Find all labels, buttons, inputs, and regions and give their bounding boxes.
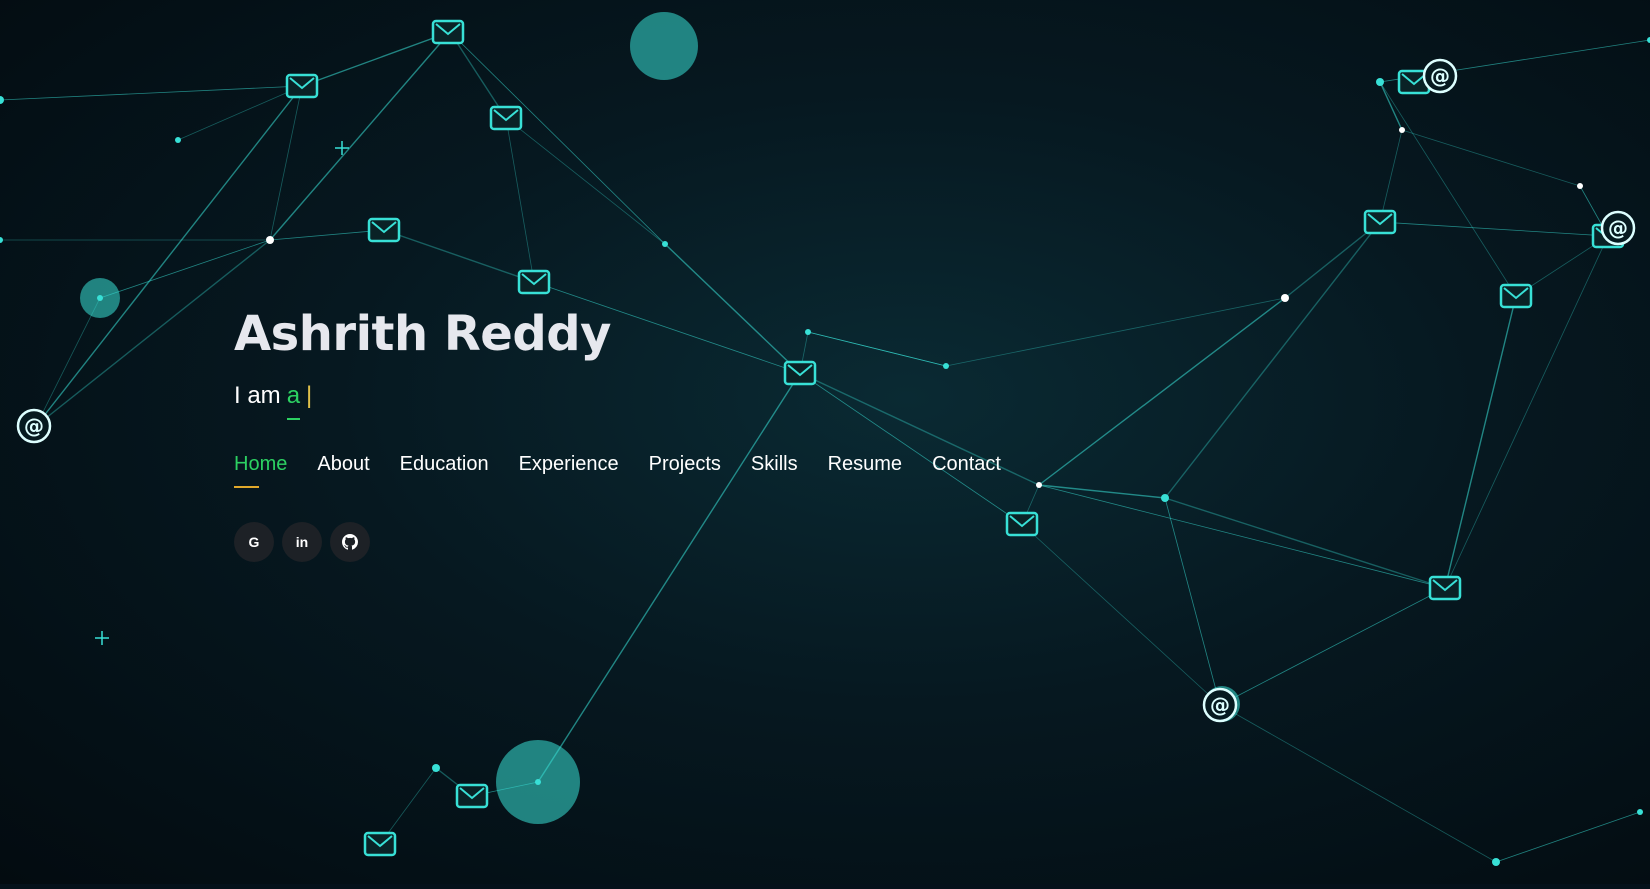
network-node (943, 363, 949, 369)
network-edge (505, 117, 535, 283)
nav-skills[interactable]: Skills (751, 453, 798, 476)
linkedin-icon: in (295, 534, 309, 550)
network-node (1161, 494, 1169, 502)
github-icon (342, 534, 358, 550)
envelope-icon (783, 360, 817, 386)
envelope-icon (517, 269, 551, 295)
network-edge (1164, 497, 1446, 589)
network-edge (664, 243, 801, 374)
envelope-icon (431, 19, 465, 45)
nav-resume[interactable]: Resume (828, 453, 902, 476)
envelope-icon (1499, 283, 1533, 309)
hero: Ashrith Reddy I am a | (234, 306, 611, 420)
background-network: @ @ @ @ (0, 0, 1650, 884)
network-edge (1495, 811, 1641, 863)
nav-about[interactable]: About (317, 453, 369, 476)
network-node (266, 236, 274, 244)
nav-contact[interactable]: Contact (932, 453, 1001, 476)
network-edge (1444, 295, 1517, 589)
network-node (97, 295, 103, 301)
network-node (1036, 482, 1042, 488)
network-edge (537, 372, 801, 783)
svg-text:@: @ (1608, 216, 1628, 240)
envelope-icon (285, 73, 319, 99)
svg-text:@: @ (1430, 64, 1450, 88)
at-sign-icon: @ (1422, 58, 1458, 94)
network-edge (383, 229, 535, 283)
envelope-icon (367, 217, 401, 243)
envelope-icon (1363, 209, 1397, 235)
nav-projects[interactable]: Projects (649, 453, 721, 476)
network-edge (1021, 523, 1221, 706)
envelope-icon (1005, 511, 1039, 537)
network-edge (1219, 704, 1497, 863)
network-edge (269, 31, 451, 241)
nav-education[interactable]: Education (400, 453, 489, 476)
network-node (1637, 809, 1643, 815)
network-edge (269, 229, 385, 241)
typing-cursor: | (306, 382, 313, 409)
nav-home[interactable]: Home (234, 453, 287, 488)
network-edge (1379, 221, 1609, 237)
hero-name: Ashrith Reddy (234, 306, 611, 362)
network-edge (1379, 81, 1517, 297)
network-edge (799, 372, 1023, 525)
network-edge (1038, 484, 1166, 499)
network-edge (945, 297, 1286, 367)
nav-experience[interactable]: Experience (519, 453, 619, 476)
plus-icon (335, 141, 349, 155)
main-nav: Home About Education Experience Projects… (234, 453, 1031, 488)
network-edge (1379, 129, 1403, 223)
envelope-icon (1428, 575, 1462, 601)
network-node (175, 137, 181, 143)
network-edge (449, 31, 507, 119)
network-node (535, 779, 541, 785)
envelope-icon (455, 783, 489, 809)
network-edge (1219, 587, 1446, 706)
network-node (0, 237, 3, 243)
at-sign-icon: @ (16, 408, 52, 444)
google-button[interactable]: G (234, 522, 274, 562)
network-node (1577, 183, 1583, 189)
network-graphic: @ @ @ @ (0, 12, 1650, 866)
network-node (1376, 78, 1384, 86)
at-sign-icon: @ (1202, 687, 1238, 723)
typing-line: I am a | (234, 382, 611, 420)
svg-text:@: @ (1210, 693, 1230, 717)
network-node (432, 764, 440, 772)
network-edge (0, 85, 303, 101)
google-icon: G (248, 534, 260, 550)
linkedin-button[interactable]: in (282, 522, 322, 562)
network-edge (301, 31, 451, 87)
network-node (805, 329, 811, 335)
typing-word: a (286, 382, 301, 420)
svg-text:@: @ (24, 414, 44, 438)
social-links: G in (234, 522, 370, 562)
network-edge (177, 85, 303, 141)
network-node (1492, 858, 1500, 866)
at-sign-icon: @ (1600, 210, 1636, 246)
network-node (1281, 294, 1289, 302)
network-edge (807, 331, 947, 367)
network-edge (505, 117, 666, 245)
network-edge (1164, 221, 1381, 499)
network-edge (99, 239, 271, 299)
envelope-icon (363, 831, 397, 857)
network-edge (1038, 484, 1446, 589)
plus-icon (95, 631, 109, 645)
network-node (1399, 127, 1405, 133)
envelope-icon (489, 105, 523, 131)
network-edge (269, 85, 303, 241)
network-node (662, 241, 668, 247)
github-button[interactable] (330, 522, 370, 562)
typing-prefix: I am (234, 382, 281, 409)
network-edge (35, 297, 101, 427)
glow-orb (630, 12, 698, 80)
network-node (0, 96, 4, 104)
network-edge (449, 31, 666, 245)
